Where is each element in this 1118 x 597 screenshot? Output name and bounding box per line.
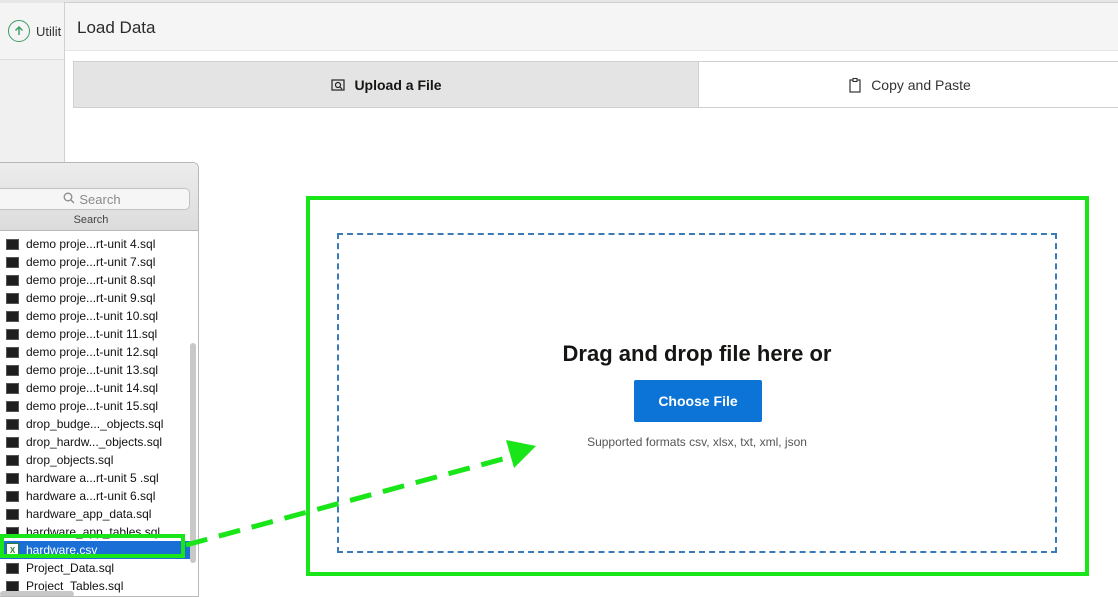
- sql-file-icon: [6, 328, 19, 340]
- list-item[interactable]: hardware a...rt-unit 6.sql: [0, 487, 190, 505]
- file-name: demo proje...t-unit 12.sql: [26, 345, 159, 359]
- search-placeholder: Search: [79, 191, 121, 207]
- file-name: demo proje...t-unit 13.sql: [26, 363, 159, 377]
- sql-file-icon: [6, 274, 19, 286]
- sql-file-icon: [6, 580, 19, 592]
- utilities-label: Utilit: [36, 23, 62, 39]
- dialog-header: Load Data: [65, 3, 1118, 51]
- file-name: demo proje...rt-unit 7.sql: [26, 255, 156, 269]
- file-name: drop_objects.sql: [26, 453, 114, 467]
- list-item[interactable]: demo proje...t-unit 12.sql: [0, 343, 190, 361]
- sql-file-icon: [6, 418, 19, 430]
- sql-file-icon: [6, 454, 19, 466]
- sql-file-icon: [6, 292, 19, 304]
- list-item[interactable]: drop_budge..._objects.sql: [0, 415, 190, 433]
- file-name: demo proje...t-unit 10.sql: [26, 309, 159, 323]
- vertical-scrollbar[interactable]: [190, 343, 196, 563]
- sql-file-icon: [6, 238, 19, 250]
- file-name: demo proje...rt-unit 8.sql: [26, 273, 156, 287]
- sql-file-icon: [6, 472, 19, 484]
- sql-file-icon: [6, 310, 19, 322]
- sql-file-icon: [6, 436, 19, 448]
- file-name: drop_hardw..._objects.sql: [26, 435, 163, 449]
- file-name: hardware_app_data.sql: [26, 507, 152, 521]
- sql-file-icon: [6, 508, 19, 520]
- list-item[interactable]: demo proje...rt-unit 9.sql: [0, 289, 190, 307]
- dialog-title: Load Data: [77, 18, 156, 37]
- sql-file-icon: [6, 562, 19, 574]
- sql-file-icon: [6, 400, 19, 412]
- list-item[interactable]: demo proje...t-unit 14.sql: [0, 379, 190, 397]
- finder-search-field[interactable]: Search: [0, 188, 190, 210]
- sql-file-icon: [6, 256, 19, 268]
- file-name: demo proje...t-unit 11.sql: [26, 327, 158, 341]
- list-item[interactable]: Project_Data.sql: [0, 559, 190, 577]
- tab-copy-paste[interactable]: Copy and Paste: [699, 62, 1118, 107]
- file-name: demo proje...t-unit 14.sql: [26, 381, 159, 395]
- utilities-button[interactable]: Utilit: [8, 20, 61, 42]
- file-drop-zone[interactable]: Drag and drop file here or Choose File S…: [337, 233, 1057, 553]
- list-item[interactable]: hardware_app_data.sql: [0, 505, 190, 523]
- file-name: demo proje...rt-unit 4.sql: [26, 237, 156, 251]
- tab-copy-paste-label: Copy and Paste: [871, 76, 971, 93]
- list-item[interactable]: demo proje...t-unit 15.sql: [0, 397, 190, 415]
- list-item[interactable]: demo proje...rt-unit 7.sql: [0, 253, 190, 271]
- search-label: Search: [73, 214, 109, 226]
- tab-upload-file-label: Upload a File: [354, 76, 442, 93]
- file-name: demo proje...t-unit 15.sql: [26, 399, 159, 413]
- supported-formats-text: Supported formats csv, xlsx, txt, xml, j…: [587, 435, 807, 449]
- upload-arrow-icon: [8, 20, 30, 42]
- file-name: demo proje...rt-unit 9.sql: [26, 291, 156, 305]
- sql-file-icon: [6, 490, 19, 502]
- list-item[interactable]: demo proje...t-unit 13.sql: [0, 361, 190, 379]
- list-item[interactable]: demo proje...rt-unit 8.sql: [0, 271, 190, 289]
- finder-toolbar: Search Search: [0, 163, 198, 231]
- list-item[interactable]: drop_objects.sql: [0, 451, 190, 469]
- drop-zone-heading: Drag and drop file here or: [562, 341, 832, 366]
- file-name: hardware a...rt-unit 5 .sql: [26, 471, 159, 485]
- upload-file-icon: [330, 77, 346, 93]
- choose-file-button[interactable]: Choose File: [634, 380, 762, 422]
- tab-upload-file[interactable]: Upload a File: [74, 62, 699, 107]
- finder-window: Search Search demo proje...rt-unit 4.sql…: [0, 162, 199, 597]
- list-item[interactable]: hardware a...rt-unit 5 .sql: [0, 469, 190, 487]
- file-name: drop_budge..._objects.sql: [26, 417, 164, 431]
- horizontal-scrollbar[interactable]: [0, 591, 74, 596]
- file-name: Project_Data.sql: [26, 561, 115, 575]
- load-method-tabs: Upload a File Copy and Paste: [73, 61, 1118, 108]
- sql-file-icon: [6, 364, 19, 376]
- selected-file-highlight: [0, 534, 185, 558]
- list-item[interactable]: demo proje...t-unit 11.sql: [0, 325, 190, 343]
- list-item[interactable]: demo proje...rt-unit 4.sql: [0, 235, 190, 253]
- list-item[interactable]: demo proje...t-unit 10.sql: [0, 307, 190, 325]
- list-item[interactable]: drop_hardw..._objects.sql: [0, 433, 190, 451]
- sql-file-icon: [6, 346, 19, 358]
- clipboard-icon: [847, 77, 863, 93]
- sql-file-icon: [6, 382, 19, 394]
- file-name: hardware a...rt-unit 6.sql: [26, 489, 156, 503]
- search-icon: [63, 192, 75, 207]
